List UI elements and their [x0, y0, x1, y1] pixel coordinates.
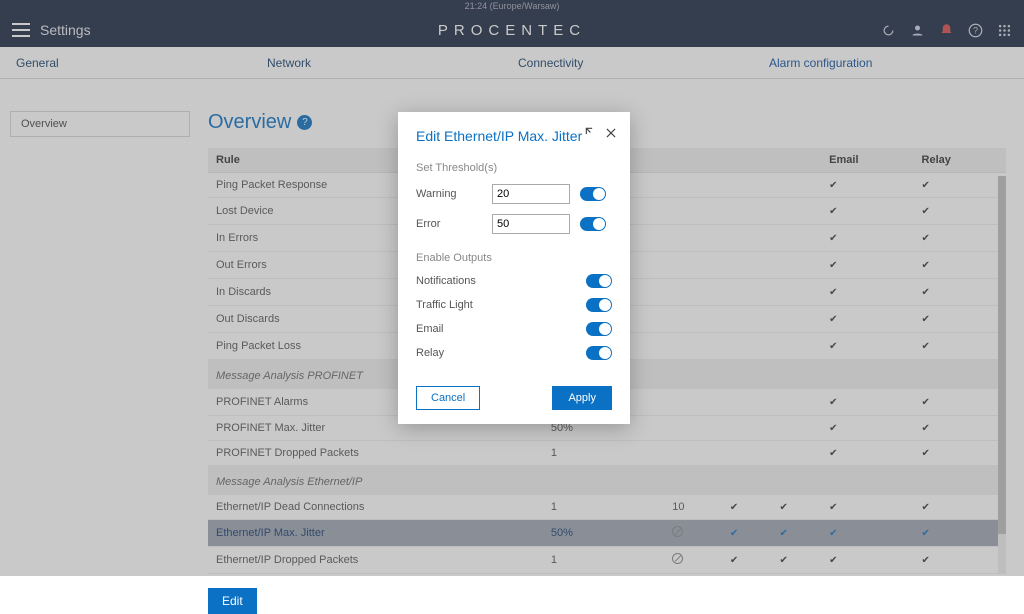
- output-label: Traffic Light: [416, 299, 473, 311]
- output-label: Notifications: [416, 275, 476, 287]
- cancel-button[interactable]: Cancel: [416, 386, 480, 410]
- apply-button[interactable]: Apply: [552, 386, 612, 410]
- edit-button[interactable]: Edit: [208, 588, 257, 614]
- warning-input[interactable]: [492, 184, 570, 204]
- close-icon[interactable]: [604, 126, 618, 140]
- error-toggle[interactable]: [580, 217, 606, 231]
- modal-title: Edit Ethernet/IP Max. Jitter: [416, 128, 612, 144]
- restore-icon[interactable]: [584, 126, 598, 140]
- output-label: Email: [416, 323, 444, 335]
- error-input[interactable]: [492, 214, 570, 234]
- error-label: Error: [416, 218, 482, 230]
- outputs-label: Enable Outputs: [416, 252, 612, 264]
- output-toggle[interactable]: [586, 322, 612, 336]
- output-toggle[interactable]: [586, 346, 612, 360]
- thresholds-label: Set Threshold(s): [416, 162, 612, 174]
- output-toggle[interactable]: [586, 298, 612, 312]
- edit-threshold-modal: Edit Ethernet/IP Max. Jitter Set Thresho…: [398, 112, 630, 424]
- warning-label: Warning: [416, 188, 482, 200]
- warning-toggle[interactable]: [580, 187, 606, 201]
- output-toggle[interactable]: [586, 274, 612, 288]
- output-label: Relay: [416, 347, 444, 359]
